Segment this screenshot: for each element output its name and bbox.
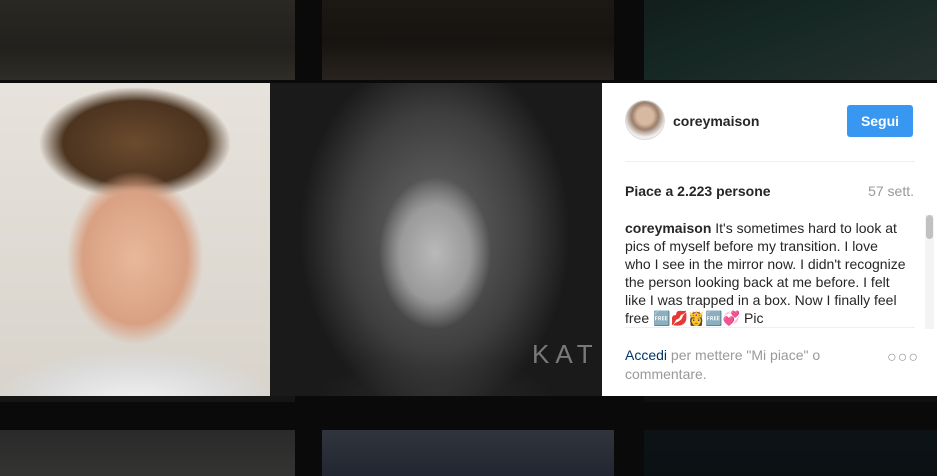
post-header: coreymaison Segui: [625, 83, 915, 162]
photo-watermark: KAT: [532, 339, 599, 369]
post-timestamp[interactable]: 57 sett.: [864, 183, 914, 199]
photo-left-half: [0, 83, 270, 396]
follow-button[interactable]: Segui: [847, 105, 913, 137]
login-prompt: Accedi per mettere "Mi piace" o commenta…: [625, 346, 855, 384]
more-options-icon[interactable]: ○○○: [887, 350, 918, 366]
post-caption: coreymaison It's sometimes hard to look …: [625, 219, 907, 327]
caption-username[interactable]: coreymaison: [625, 220, 711, 236]
post-modal: KAT coreymaison Segui Piace a 2.223 pers…: [0, 83, 937, 396]
login-link[interactable]: Accedi: [625, 347, 667, 363]
post-sidebar: coreymaison Segui Piace a 2.223 persone …: [602, 83, 937, 396]
post-footer: Accedi per mettere "Mi piace" o commenta…: [625, 327, 918, 397]
post-photo[interactable]: KAT: [0, 83, 602, 396]
photo-right-half: KAT: [270, 83, 602, 396]
scrollbar-thumb[interactable]: [926, 215, 933, 239]
avatar[interactable]: [625, 100, 665, 140]
username-link[interactable]: coreymaison: [673, 113, 759, 129]
likes-count[interactable]: Piace a 2.223 persone: [625, 183, 771, 199]
caption-scrollbar[interactable]: [925, 215, 934, 329]
